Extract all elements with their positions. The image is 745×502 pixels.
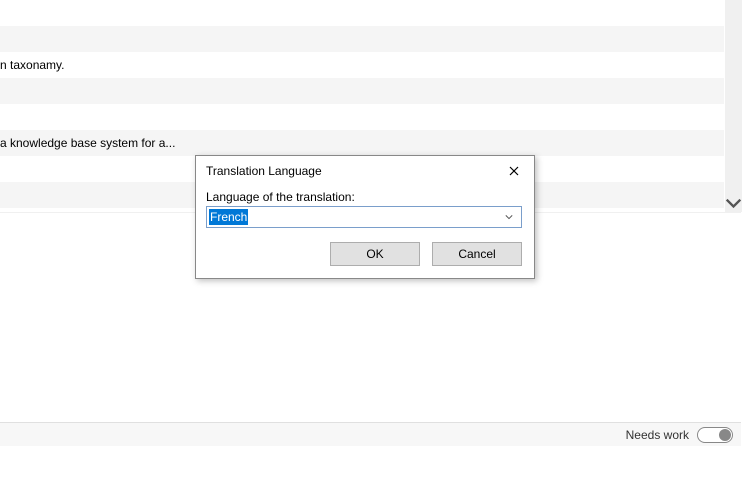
vertical-scrollbar[interactable] — [724, 0, 742, 212]
list-item[interactable] — [0, 78, 724, 104]
language-selected-value: French — [209, 209, 248, 225]
list-item[interactable]: n taxonamy. — [0, 52, 724, 78]
cancel-button[interactable]: Cancel — [432, 242, 522, 266]
translation-language-dialog: Translation Language Language of the tra… — [195, 155, 535, 279]
dialog-titlebar[interactable]: Translation Language — [196, 156, 534, 186]
list-item[interactable]: a knowledge base system for a... — [0, 130, 724, 156]
close-button[interactable] — [500, 160, 528, 182]
language-field-label: Language of the translation: — [206, 190, 524, 204]
needs-work-label: Needs work — [626, 428, 689, 442]
close-icon — [509, 164, 519, 179]
toggle-knob-icon — [719, 429, 731, 441]
ok-button[interactable]: OK — [330, 242, 420, 266]
list-item[interactable] — [0, 104, 724, 130]
list-item[interactable] — [0, 0, 724, 26]
list-item[interactable] — [0, 26, 724, 52]
needs-work-toggle[interactable] — [697, 427, 733, 443]
status-bar: Needs work — [0, 422, 741, 446]
dialog-title: Translation Language — [206, 164, 500, 178]
language-combobox[interactable]: French — [206, 206, 522, 228]
scroll-down-arrow-icon[interactable] — [725, 195, 742, 212]
chevron-down-icon — [501, 207, 517, 227]
